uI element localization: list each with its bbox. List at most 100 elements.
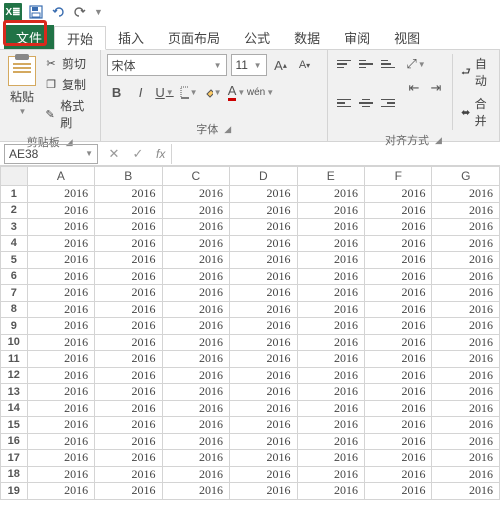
cell[interactable]: 2016 xyxy=(230,285,297,302)
cell[interactable]: 2016 xyxy=(95,202,162,219)
cell[interactable]: 2016 xyxy=(95,252,162,269)
cell[interactable]: 2016 xyxy=(27,301,94,318)
cell[interactable]: 2016 xyxy=(365,219,432,236)
cell[interactable]: 2016 xyxy=(27,351,94,368)
cell[interactable]: 2016 xyxy=(27,318,94,335)
cell[interactable]: 2016 xyxy=(230,318,297,335)
cell[interactable]: 2016 xyxy=(365,301,432,318)
row-header[interactable]: 11 xyxy=(1,351,28,368)
cell[interactable]: 2016 xyxy=(432,318,500,335)
cell[interactable]: 2016 xyxy=(365,186,432,203)
cell[interactable]: 2016 xyxy=(162,466,229,483)
cell[interactable]: 2016 xyxy=(27,202,94,219)
cell[interactable]: 2016 xyxy=(432,268,500,285)
cell[interactable]: 2016 xyxy=(95,483,162,500)
cancel-formula-button[interactable]: ✕ xyxy=(102,146,126,162)
cell[interactable]: 2016 xyxy=(95,351,162,368)
cell[interactable]: 2016 xyxy=(365,367,432,384)
font-size-select[interactable]: 11▼ xyxy=(231,54,267,76)
select-all-corner[interactable] xyxy=(1,167,28,186)
column-header[interactable]: G xyxy=(432,167,500,186)
row-header[interactable]: 13 xyxy=(1,384,28,401)
column-header[interactable]: F xyxy=(365,167,432,186)
row-header[interactable]: 6 xyxy=(1,268,28,285)
row-header[interactable]: 5 xyxy=(1,252,28,269)
cell[interactable]: 2016 xyxy=(27,268,94,285)
cell[interactable]: 2016 xyxy=(297,450,364,467)
formula-bar[interactable] xyxy=(171,144,500,164)
row-header[interactable]: 7 xyxy=(1,285,28,302)
border-button[interactable]: ▼ xyxy=(179,82,199,102)
cell[interactable]: 2016 xyxy=(230,450,297,467)
copy-button[interactable]: ❐复制 xyxy=(42,75,94,94)
cell[interactable]: 2016 xyxy=(162,301,229,318)
decrease-font-button[interactable]: A▾ xyxy=(295,55,315,75)
cell[interactable]: 2016 xyxy=(365,235,432,252)
cell[interactable]: 2016 xyxy=(432,285,500,302)
cell[interactable]: 2016 xyxy=(27,433,94,450)
cell[interactable]: 2016 xyxy=(162,252,229,269)
cell[interactable]: 2016 xyxy=(95,268,162,285)
cell[interactable]: 2016 xyxy=(162,417,229,434)
cell[interactable]: 2016 xyxy=(95,219,162,236)
tab-review[interactable]: 审阅 xyxy=(332,25,382,49)
cell[interactable]: 2016 xyxy=(162,318,229,335)
cell[interactable]: 2016 xyxy=(230,186,297,203)
cell[interactable]: 2016 xyxy=(365,466,432,483)
cell[interactable]: 2016 xyxy=(27,219,94,236)
cell[interactable]: 2016 xyxy=(432,351,500,368)
cell[interactable]: 2016 xyxy=(365,384,432,401)
cell[interactable]: 2016 xyxy=(432,384,500,401)
cell[interactable]: 2016 xyxy=(27,417,94,434)
cell[interactable]: 2016 xyxy=(230,400,297,417)
cell[interactable]: 2016 xyxy=(162,351,229,368)
cell[interactable]: 2016 xyxy=(230,252,297,269)
cell[interactable]: 2016 xyxy=(27,400,94,417)
align-top-button[interactable] xyxy=(334,54,354,74)
save-button[interactable] xyxy=(28,4,44,20)
cell[interactable]: 2016 xyxy=(297,384,364,401)
cell[interactable]: 2016 xyxy=(432,483,500,500)
row-header[interactable]: 15 xyxy=(1,417,28,434)
cell[interactable]: 2016 xyxy=(95,466,162,483)
phonetic-button[interactable]: wén▼ xyxy=(251,82,271,102)
cell[interactable]: 2016 xyxy=(297,268,364,285)
cell[interactable]: 2016 xyxy=(432,219,500,236)
cell[interactable]: 2016 xyxy=(230,384,297,401)
row-header[interactable]: 10 xyxy=(1,334,28,351)
cell[interactable]: 2016 xyxy=(365,450,432,467)
cell[interactable]: 2016 xyxy=(95,433,162,450)
enter-formula-button[interactable]: ✓ xyxy=(126,146,150,162)
cell[interactable]: 2016 xyxy=(365,318,432,335)
redo-button[interactable] xyxy=(72,4,88,20)
cell[interactable]: 2016 xyxy=(95,450,162,467)
column-header[interactable]: C xyxy=(162,167,229,186)
row-header[interactable]: 18 xyxy=(1,466,28,483)
cell[interactable]: 2016 xyxy=(27,367,94,384)
cell[interactable]: 2016 xyxy=(297,285,364,302)
row-header[interactable]: 17 xyxy=(1,450,28,467)
cell[interactable]: 2016 xyxy=(162,186,229,203)
undo-button[interactable] xyxy=(50,4,66,20)
decrease-indent-button[interactable]: ⇤ xyxy=(404,78,424,98)
cell[interactable]: 2016 xyxy=(365,252,432,269)
bold-button[interactable]: B xyxy=(107,82,127,102)
cell[interactable]: 2016 xyxy=(230,268,297,285)
cell[interactable]: 2016 xyxy=(432,433,500,450)
cell[interactable]: 2016 xyxy=(95,367,162,384)
format-painter-button[interactable]: ✎格式刷 xyxy=(42,96,94,132)
row-header[interactable]: 12 xyxy=(1,367,28,384)
cell[interactable]: 2016 xyxy=(162,400,229,417)
cell[interactable]: 2016 xyxy=(230,235,297,252)
cell[interactable]: 2016 xyxy=(432,466,500,483)
cell[interactable]: 2016 xyxy=(297,186,364,203)
cell[interactable]: 2016 xyxy=(365,351,432,368)
cell[interactable]: 2016 xyxy=(230,417,297,434)
cell[interactable]: 2016 xyxy=(365,285,432,302)
align-left-button[interactable] xyxy=(334,93,354,113)
cell[interactable]: 2016 xyxy=(230,351,297,368)
row-header[interactable]: 2 xyxy=(1,202,28,219)
column-header[interactable]: E xyxy=(297,167,364,186)
name-box[interactable]: AE38▼ xyxy=(4,144,98,164)
cell[interactable]: 2016 xyxy=(297,417,364,434)
